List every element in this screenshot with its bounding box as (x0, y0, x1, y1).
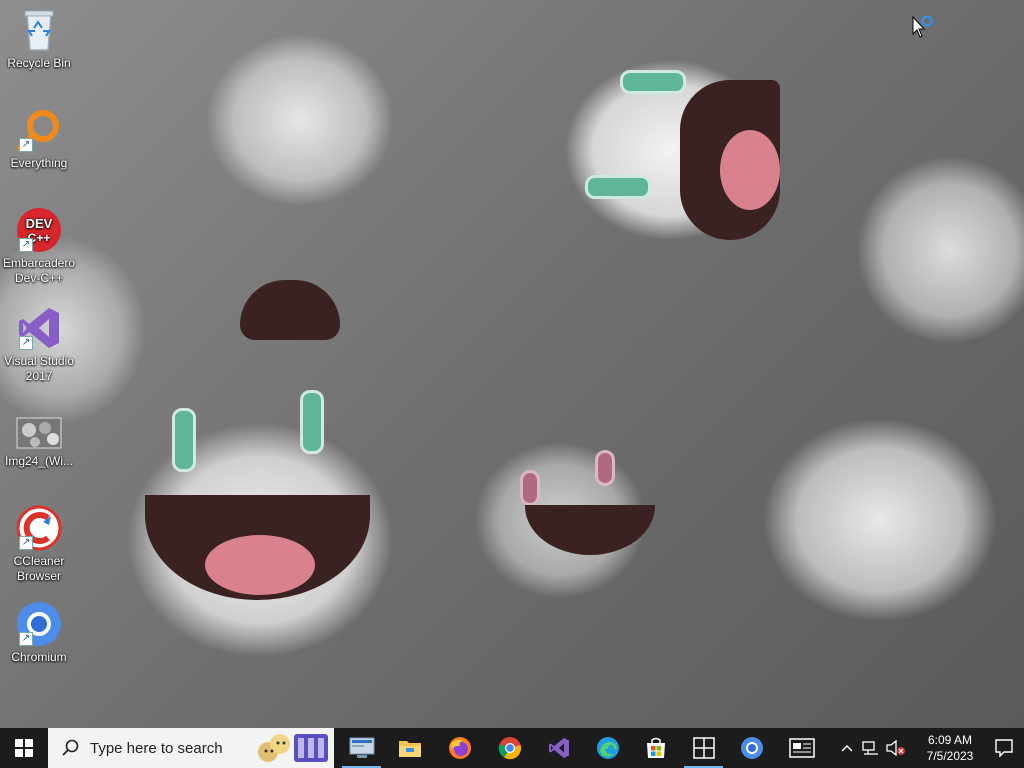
remote-desktop-icon (349, 737, 374, 758)
image-thumbnail-icon (15, 412, 63, 452)
news-icon (788, 738, 815, 758)
visual-studio-icon: ↗ (15, 304, 63, 352)
speaker-muted-icon (886, 740, 905, 756)
action-center-button[interactable] (984, 728, 1024, 768)
desktop-icon-label: Embarcadero Dev-C++ (2, 256, 76, 285)
desktop-icon-label: CCleaner Browser (13, 554, 65, 583)
taskbar-firefox[interactable] (436, 728, 483, 768)
mouse-pointer-busy-icon (912, 15, 936, 40)
taskbar-microsoft-store[interactable] (632, 728, 679, 768)
shortcut-arrow-icon: ↗ (19, 632, 33, 646)
devcpp-icon: DEV C++ ↗ (15, 206, 63, 254)
desktop-icon-chromium[interactable]: ↗ Chromium (0, 600, 78, 665)
desktop-wallpaper[interactable]: Recycle Bin ↗ Everything DEV C++ ↗ Embar… (0, 0, 1024, 728)
wallpaper-face (580, 60, 790, 260)
wallpaper-face (140, 390, 380, 610)
taskbar-clock[interactable]: 6:09 AM 7/5/2023 (916, 728, 984, 768)
desktop-icon-devcpp[interactable]: DEV C++ ↗ Embarcadero Dev-C++ (0, 206, 78, 286)
taskbar-edge[interactable] (584, 728, 631, 768)
taskbar-remote-desktop[interactable] (338, 728, 385, 768)
firefox-icon (448, 737, 471, 759)
shortcut-arrow-icon: ↗ (19, 336, 33, 350)
taskbar: Type here to search 6:09 AM 7/5/2023 (0, 728, 1024, 768)
desktop-icon-label: Visual Studio 2017 (4, 354, 74, 383)
recycle-bin-icon (15, 6, 63, 54)
taskbar-file-explorer[interactable] (386, 728, 433, 768)
windows-tile-icon (692, 737, 715, 759)
visual-studio-icon (548, 738, 569, 758)
search-placeholder: Type here to search (90, 739, 223, 757)
network-status[interactable] (860, 728, 882, 768)
chromium-icon: ↗ (15, 600, 63, 648)
desktop-icon-image-file[interactable]: Img24_(Wi... (0, 412, 78, 469)
desktop-icon-ccleaner-browser[interactable]: ↗ CCleaner Browser (0, 504, 78, 584)
wallpaper-face (240, 280, 340, 340)
taskbar-news[interactable] (778, 728, 825, 768)
edge-icon (596, 737, 619, 759)
chromium-icon (740, 737, 763, 759)
start-button[interactable] (0, 728, 48, 768)
devcpp-badge-top: DEV (26, 216, 53, 231)
network-ethernet-icon (862, 741, 878, 755)
taskbar-search-box[interactable]: Type here to search (48, 728, 334, 768)
taskbar-windows-app[interactable] (680, 728, 727, 768)
windows-start-icon (15, 739, 33, 757)
everything-search-icon: ↗ (15, 106, 63, 154)
store-icon (646, 737, 665, 758)
clock-date: 7/5/2023 (926, 749, 974, 763)
desktop-icon-label: Chromium (11, 650, 67, 664)
desktop-icon-label: Img24_(Wi... (4, 454, 73, 468)
shortcut-arrow-icon: ↗ (19, 238, 33, 252)
taskbar-chromium[interactable] (728, 728, 775, 768)
desktop-icon-label: Recycle Bin (7, 56, 71, 70)
volume-control[interactable] (884, 728, 908, 768)
shortcut-arrow-icon: ↗ (19, 536, 33, 550)
taskbar-chrome[interactable] (486, 728, 533, 768)
file-explorer-icon (398, 741, 421, 757)
desktop-icon-everything[interactable]: ↗ Everything (0, 106, 78, 171)
show-hidden-icons-button[interactable] (836, 728, 858, 768)
wallpaper-face (515, 450, 665, 555)
chrome-icon (498, 737, 521, 760)
ccleaner-browser-icon: ↗ (15, 504, 63, 552)
taskbar-visual-studio[interactable] (535, 728, 582, 768)
shortcut-arrow-icon: ↗ (19, 138, 33, 152)
search-icon (62, 739, 79, 756)
notification-icon (995, 739, 1013, 757)
desktop-icon-visual-studio[interactable]: ↗ Visual Studio 2017 (0, 304, 78, 384)
desktop-icon-recycle-bin[interactable]: Recycle Bin (0, 6, 78, 71)
chevron-up-icon (841, 744, 853, 752)
clock-time: 6:09 AM (927, 733, 973, 747)
desktop-icon-label: Everything (10, 156, 68, 170)
search-highlight-image[interactable] (254, 730, 330, 766)
